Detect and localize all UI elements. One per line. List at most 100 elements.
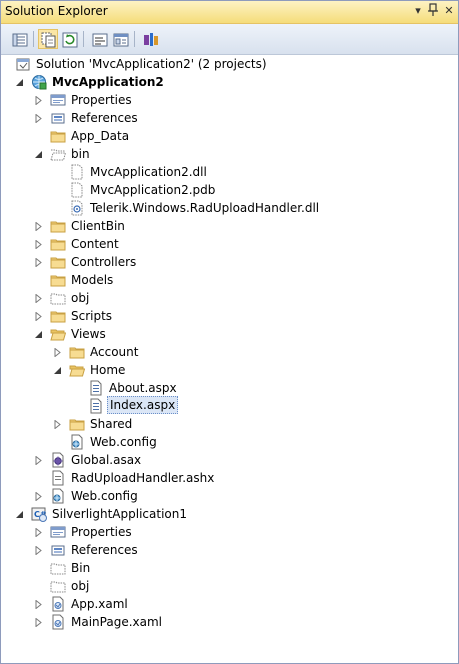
tree-item[interactable]: References <box>1 541 458 559</box>
tree-item[interactable]: MvcApplication2.pdb <box>1 181 458 199</box>
tree-item[interactable]: Properties <box>1 91 458 109</box>
expand-arrow-icon[interactable] <box>53 415 62 433</box>
expand-arrow-icon[interactable] <box>34 487 43 505</box>
properties-toolbar-button[interactable] <box>9 29 29 49</box>
expand-arrow-icon[interactable] <box>34 613 43 631</box>
tree-item-label: Properties <box>71 525 132 539</box>
show-all-files-toolbar-button[interactable] <box>38 29 58 49</box>
tree-item[interactable]: App.xaml <box>1 595 458 613</box>
tree-item[interactable]: Home <box>1 361 458 379</box>
tree-item[interactable]: Account <box>1 343 458 361</box>
tree-item[interactable]: Shared <box>1 415 458 433</box>
auto-hide-pin-icon[interactable] <box>426 3 440 19</box>
tree-item-label: Solution 'MvcApplication2' (2 projects) <box>36 57 267 71</box>
tree-item[interactable]: References <box>1 109 458 127</box>
collapse-arrow-icon[interactable] <box>34 145 43 163</box>
folder-icon <box>50 128 66 144</box>
tree-item-label: MainPage.xaml <box>71 615 162 629</box>
toolbar-separator <box>134 31 135 47</box>
tree-item-label: References <box>71 111 138 125</box>
window-position-dropdown-icon[interactable]: ▾ <box>411 3 425 19</box>
tree-item[interactable]: Web.config <box>1 487 458 505</box>
solution-explorer-panel: Solution Explorer ▾ ✕ Solution 'MvcAppli… <box>0 0 459 664</box>
tree-item-label: obj <box>71 291 90 305</box>
class-diagram-toolbar-button[interactable] <box>140 29 160 49</box>
expand-arrow-icon[interactable] <box>34 307 43 325</box>
tree-item[interactable]: MvcApplication2.dll <box>1 163 458 181</box>
folder-icon <box>69 344 85 360</box>
tree-item[interactable]: Index.aspx <box>1 396 458 415</box>
dll-file-icon <box>69 200 85 216</box>
tree-item[interactable]: MvcApplication2 <box>1 73 458 91</box>
expand-arrow-icon[interactable] <box>34 235 43 253</box>
tree-item-label: Index.aspx <box>107 396 179 414</box>
tree-item[interactable]: Global.asax <box>1 451 458 469</box>
collapse-arrow-icon[interactable] <box>53 361 62 379</box>
tree-item-label: App.xaml <box>71 597 128 611</box>
file-dashed-icon <box>69 182 85 198</box>
expand-arrow-icon[interactable] <box>53 343 62 361</box>
collapse-arrow-icon[interactable] <box>15 505 24 523</box>
view-code-toolbar-button[interactable] <box>89 29 109 49</box>
expand-arrow-icon[interactable] <box>34 217 43 235</box>
tree-item[interactable]: App_Data <box>1 127 458 145</box>
collapse-arrow-icon[interactable] <box>34 325 43 343</box>
tree-item[interactable]: obj <box>1 289 458 307</box>
view-designer-icon <box>113 33 129 47</box>
tree-item-label: Models <box>71 273 114 287</box>
view-designer-toolbar-button[interactable] <box>110 29 130 49</box>
tree-item[interactable]: Scripts <box>1 307 458 325</box>
show-all-files-icon <box>41 32 56 48</box>
references-icon <box>50 110 66 126</box>
tree-item[interactable]: Properties <box>1 523 458 541</box>
toolbar-separator <box>33 31 34 47</box>
tree-item-label: Global.asax <box>71 453 142 467</box>
tree-item[interactable]: Telerik.Windows.RadUploadHandler.dll <box>1 199 458 217</box>
expand-arrow-icon[interactable] <box>34 595 43 613</box>
close-icon[interactable]: ✕ <box>442 3 456 19</box>
tree-item[interactable]: Models <box>1 271 458 289</box>
expand-arrow-icon[interactable] <box>34 541 43 559</box>
view-code-icon <box>92 33 108 47</box>
folder-dashed-icon <box>50 560 66 576</box>
tree-item[interactable]: RadUploadHandler.ashx <box>1 469 458 487</box>
collapse-arrow-icon[interactable] <box>15 73 24 91</box>
tree-item[interactable]: ClientBin <box>1 217 458 235</box>
tree-item[interactable]: MainPage.xaml <box>1 613 458 631</box>
tree-item-label: MvcApplication2.dll <box>90 165 207 179</box>
tree-item[interactable]: Solution 'MvcApplication2' (2 projects) <box>1 55 458 73</box>
tree-item-label: obj <box>71 579 90 593</box>
refresh-toolbar-button[interactable] <box>59 29 79 49</box>
tree-item-label: Telerik.Windows.RadUploadHandler.dll <box>90 201 320 215</box>
silverlight-project-icon: C# <box>31 506 47 522</box>
config-file-icon <box>50 488 66 504</box>
properties-icon <box>50 92 66 108</box>
tree-item[interactable]: Content <box>1 235 458 253</box>
tree-item[interactable]: Bin <box>1 559 458 577</box>
tree-item-label: SilverlightApplication1 <box>52 507 187 521</box>
tree-item[interactable]: About.aspx <box>1 379 458 397</box>
tree-item-label: About.aspx <box>109 381 177 395</box>
folder-icon <box>50 272 66 288</box>
expand-arrow-icon[interactable] <box>34 253 43 271</box>
expand-arrow-icon[interactable] <box>34 523 43 541</box>
tree-item[interactable]: Web.config <box>1 433 458 451</box>
tree-item-label: App_Data <box>71 129 130 143</box>
tree-item[interactable]: bin <box>1 145 458 163</box>
tree-item[interactable]: Views <box>1 325 458 343</box>
tree-item-label: Web.config <box>71 489 138 503</box>
expand-arrow-icon[interactable] <box>34 289 43 307</box>
toolbar <box>1 24 458 55</box>
ashx-file-icon <box>50 470 66 486</box>
expand-arrow-icon[interactable] <box>34 91 43 109</box>
tree-item[interactable]: C# SilverlightApplication1 <box>1 505 458 523</box>
folder-icon <box>50 308 66 324</box>
expand-arrow-icon[interactable] <box>34 109 43 127</box>
expand-arrow-icon[interactable] <box>34 451 43 469</box>
tree-item-label: MvcApplication2 <box>52 75 164 89</box>
web-project-icon <box>31 74 47 90</box>
tree-item-label: Scripts <box>71 309 113 323</box>
tree-item[interactable]: obj <box>1 577 458 595</box>
tree-item-label: Content <box>71 237 119 251</box>
tree-item[interactable]: Controllers <box>1 253 458 271</box>
